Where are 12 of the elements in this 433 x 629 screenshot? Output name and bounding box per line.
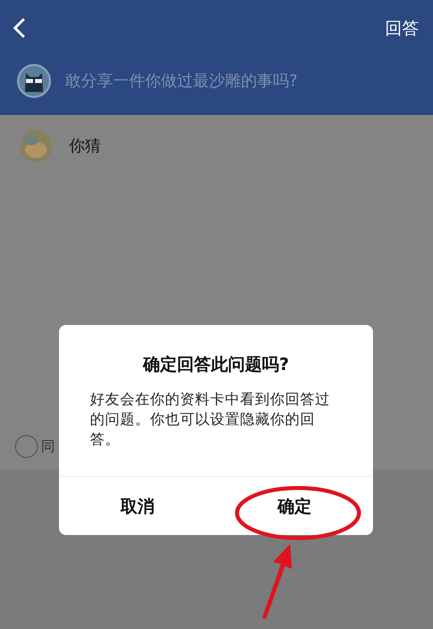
- dialog-button[interactable]: 取消: [59, 477, 216, 535]
- user-avatar-icon: [19, 129, 53, 163]
- dialog-title: 确定回答此问题吗?: [142, 354, 290, 376]
- dialog-button[interactable]: 确定: [216, 477, 373, 535]
- back-button[interactable]: [12, 17, 26, 39]
- question-text: 敢分享一件你做过最沙雕的事吗?: [65, 70, 298, 92]
- radio-button[interactable]: [15, 435, 38, 458]
- dialog-message: 好友会在你的资料卡中看到你回答过的问题。你也可以设置隐藏你的回答。: [89, 391, 331, 450]
- answer-button[interactable]: 回答: [385, 16, 419, 40]
- answer-text: 你猜: [69, 136, 101, 156]
- cat-avatar-icon: [17, 64, 51, 98]
- option-label: 同: [41, 438, 55, 456]
